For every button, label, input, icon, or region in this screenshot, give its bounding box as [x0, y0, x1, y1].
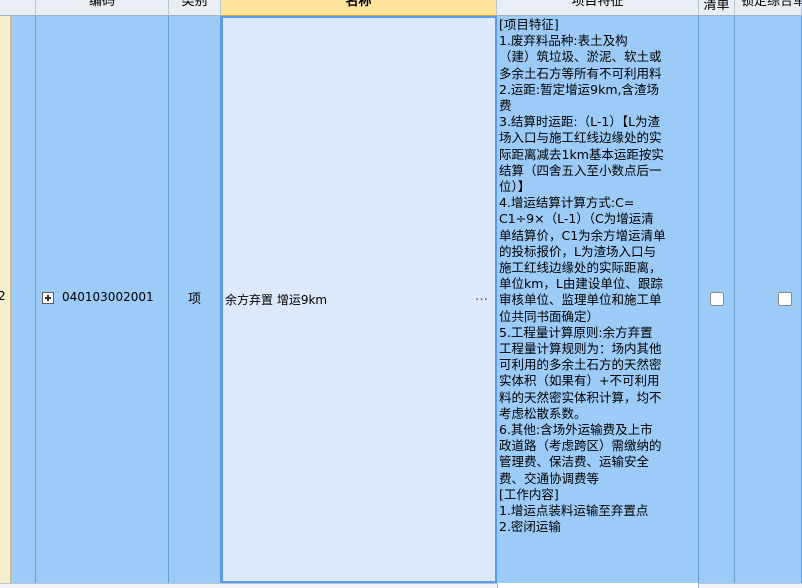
row-number-cell[interactable]: 2 [0, 16, 11, 583]
category-cell[interactable]: 项 [169, 16, 221, 583]
list-cell[interactable] [699, 16, 735, 583]
header-name[interactable]: 名称 [221, 0, 497, 16]
code-cell[interactable]: 040103002001 [36, 16, 169, 583]
header-lock-price[interactable]: 锁定综合单 [735, 0, 802, 16]
item-name: 余方弃置 增运9km [225, 293, 328, 307]
feature-cell[interactable]: [项目特征] 1.废弃料品种:表土及构 （建）筑垃圾、淤泥、软土或 多余土石方等… [497, 16, 699, 583]
lock-price-checkbox[interactable] [778, 292, 792, 306]
next-row-edge [0, 583, 802, 588]
header-row-number [0, 0, 36, 16]
row-indicator-cell[interactable] [11, 16, 36, 583]
item-feature-text: [项目特征] 1.废弃料品种:表土及构 （建）筑垃圾、淤泥、软土或 多余土石方等… [499, 17, 666, 535]
name-cell[interactable]: 余方弃置 增运9km … [221, 16, 497, 583]
item-code: 040103002001 [62, 290, 154, 304]
header-list[interactable]: 清单 [699, 0, 735, 16]
list-checkbox[interactable] [710, 292, 724, 306]
more-options-button[interactable]: … [475, 289, 489, 304]
next-row-feature-edge [497, 583, 699, 588]
row-number: 2 [0, 289, 6, 303]
header-category[interactable]: 类别 [169, 0, 221, 16]
header-code[interactable]: 编码 [36, 0, 169, 16]
expand-plus-icon[interactable] [42, 292, 54, 304]
header-feature[interactable]: 项目特征 [497, 0, 699, 16]
item-category: 项 [187, 292, 201, 307]
lock-price-cell[interactable] [735, 16, 802, 583]
